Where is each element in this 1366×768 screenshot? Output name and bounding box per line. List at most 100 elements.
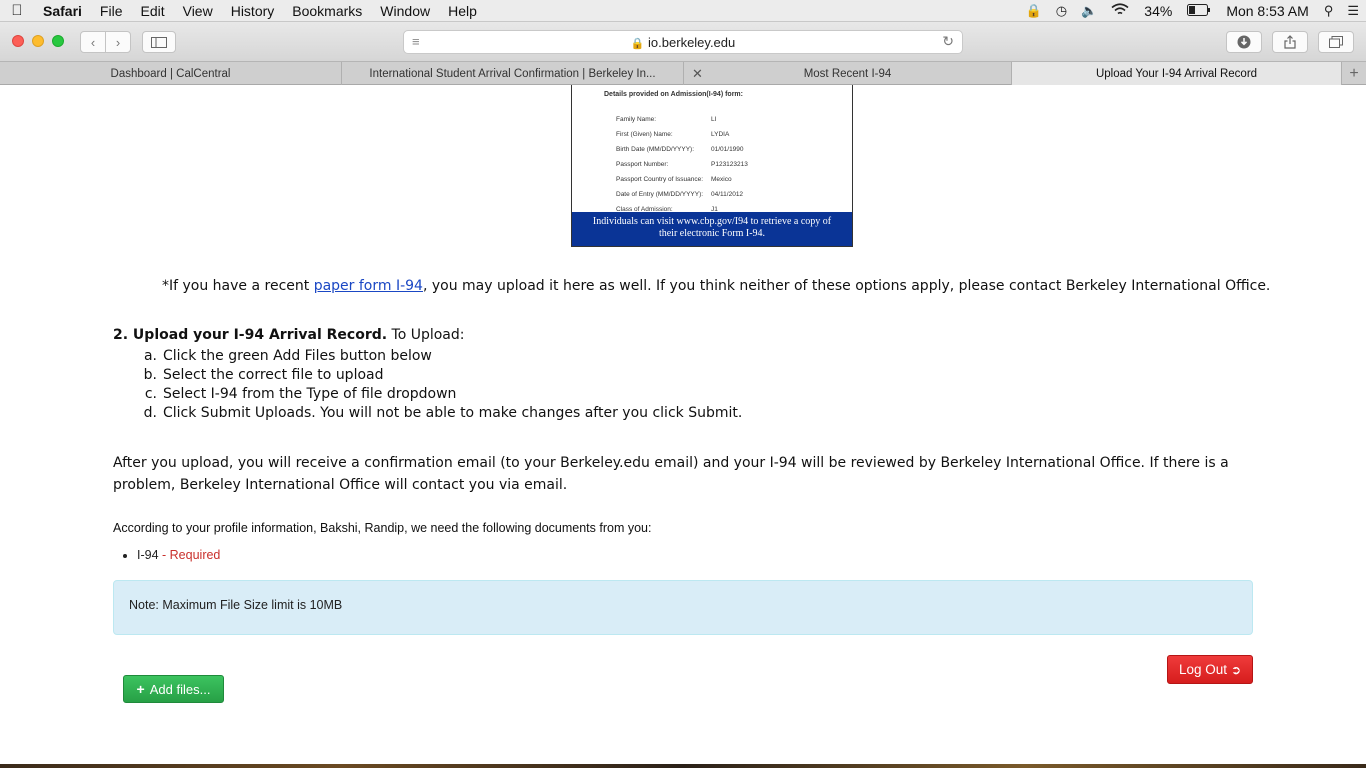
- apple-menu-icon[interactable]: : [0, 2, 34, 19]
- i94-field-value: 04/11/2012: [711, 191, 744, 198]
- minimize-window-button[interactable]: [32, 35, 44, 47]
- step-item: c. Select I-94 from the Type of file drop…: [135, 386, 457, 402]
- tab-label: Dashboard | CalCentral: [110, 67, 231, 80]
- file-size-note-text: Note: Maximum File Size limit is 10MB: [129, 598, 343, 612]
- i94-field-value: LYDIA: [711, 131, 730, 138]
- tab-upload-i94[interactable]: Upload Your I-94 Arrival Record: [1012, 62, 1342, 85]
- add-files-label: Add files...: [149, 681, 211, 697]
- lock-icon[interactable]: 🔒: [1019, 3, 1049, 19]
- menu-file[interactable]: File: [91, 3, 132, 19]
- zoom-window-button[interactable]: [52, 35, 64, 47]
- log-out-button[interactable]: Log Out ➲: [1167, 655, 1253, 684]
- tab-arrival-confirmation[interactable]: International Student Arrival Confirmati…: [342, 62, 684, 85]
- chevron-left-icon: ‹: [90, 34, 96, 50]
- share-icon: [1284, 35, 1296, 49]
- required-document-item: I-94 - Required: [123, 548, 220, 562]
- close-window-button[interactable]: [12, 35, 24, 47]
- wifi-icon[interactable]: [1104, 3, 1136, 19]
- reload-icon[interactable]: ↻: [942, 33, 954, 50]
- banner-line: Individuals can visit www.cbp.gov/I94 to…: [592, 216, 832, 227]
- i94-image-title: Details provided on Admission(I-94) form…: [604, 91, 743, 98]
- tab-dashboard[interactable]: Dashboard | CalCentral: [0, 62, 342, 85]
- step-text: Select I-94 from the Type of file dropdo…: [163, 386, 457, 402]
- notification-center-icon[interactable]: ☰: [1340, 3, 1366, 19]
- page-content: Details provided on Admission(I-94) form…: [0, 85, 1366, 765]
- paper-form-i94-link[interactable]: paper form I-94: [314, 278, 423, 294]
- add-files-button[interactable]: + Add files...: [123, 675, 224, 703]
- address-bar[interactable]: ≡ 🔒 io.berkeley.edu ↻: [403, 30, 963, 54]
- step-item: d. Click Submit Uploads. You will not be …: [135, 405, 743, 421]
- i94-field-label: Passport Country of Issuance:: [616, 176, 704, 183]
- i94-field-label: First (Given) Name:: [616, 131, 673, 138]
- i94-field-label: Family Name:: [616, 116, 657, 123]
- step-heading-bold: 2. Upload your I-94 Arrival Record.: [113, 327, 388, 343]
- new-tab-button[interactable]: +: [1342, 62, 1366, 85]
- menu-window[interactable]: Window: [371, 3, 439, 19]
- step-letter: c.: [144, 386, 157, 402]
- tab-bar: Dashboard | CalCentral International Stu…: [0, 62, 1366, 85]
- i94-sample-image: Details provided on Admission(I-94) form…: [571, 85, 853, 247]
- step-text: Click the green Add Files button below: [163, 348, 432, 364]
- file-size-note: Note: Maximum File Size limit is 10MB: [113, 580, 1253, 635]
- step-item: b. Select the correct file to upload: [135, 367, 384, 383]
- banner-line: their electronic Form I-94.: [658, 228, 766, 239]
- tab-label: Most Recent I-94: [803, 67, 892, 80]
- tab-label: Upload Your I-94 Arrival Record: [1095, 67, 1258, 80]
- desktop-background: [0, 764, 1366, 768]
- battery-icon[interactable]: [1180, 3, 1218, 19]
- step-letter: d.: [143, 405, 157, 421]
- document-name: I-94: [137, 548, 159, 562]
- plus-icon: +: [136, 681, 145, 697]
- back-button[interactable]: ‹: [80, 31, 106, 53]
- menu-edit[interactable]: Edit: [131, 3, 173, 19]
- download-icon: [1237, 35, 1251, 49]
- i94-field-value: 01/01/1990: [711, 146, 744, 153]
- menu-help[interactable]: Help: [439, 3, 486, 19]
- document-separator: -: [158, 548, 170, 562]
- step-letter: b.: [143, 367, 157, 383]
- i94-field-value: Mexico: [711, 176, 732, 183]
- sidebar-icon: [151, 36, 167, 48]
- step-text: Click Submit Uploads. You will not be ab…: [163, 405, 743, 421]
- menu-app-safari[interactable]: Safari: [34, 3, 91, 19]
- i94-field-label: Date of Entry (MM/DD/YYYY):: [616, 191, 704, 198]
- url-text[interactable]: 🔒 io.berkeley.edu: [404, 35, 962, 50]
- menu-view[interactable]: View: [174, 3, 222, 19]
- sidebar-toggle-button[interactable]: [142, 31, 176, 53]
- step-text: Select the correct file to upload: [163, 367, 384, 383]
- menu-bookmarks[interactable]: Bookmarks: [283, 3, 371, 19]
- menu-bar:  Safari File Edit View History Bookmark…: [0, 0, 1366, 22]
- close-tab-icon[interactable]: ✕: [692, 66, 703, 82]
- i94-field-value: LI: [711, 116, 717, 123]
- battery-percent: 34%: [1144, 3, 1173, 19]
- step-item: a. Click the green Add Files button below: [135, 348, 432, 364]
- menu-history[interactable]: History: [222, 3, 284, 19]
- downloads-button[interactable]: [1226, 31, 1262, 53]
- share-button[interactable]: [1272, 31, 1308, 53]
- clock[interactable]: Mon 8:53 AM: [1218, 3, 1317, 19]
- padlock-icon: 🔒: [630, 38, 645, 50]
- spotlight-search-icon[interactable]: ⚲: [1317, 3, 1341, 19]
- step-heading-rest: To Upload:: [387, 327, 465, 343]
- time-machine-icon[interactable]: ◷: [1049, 3, 1074, 19]
- browser-toolbar: ‹ › ≡ 🔒 io.berkeley.edu ↻: [0, 22, 1366, 62]
- forward-button[interactable]: ›: [105, 31, 131, 53]
- status-area: 🔒 ◷ 🔈 34% Mon 8:53 AM ⚲ ☰: [1019, 0, 1366, 22]
- profile-requirements-text: According to your profile information, B…: [113, 521, 652, 535]
- paper-form-note-suffix: , you may upload it here as well. If you…: [422, 278, 1271, 294]
- tab-overview-button[interactable]: [1318, 31, 1354, 53]
- i94-field-value: P123123213: [711, 161, 748, 168]
- paper-form-note-prefix: *If you have a recent: [162, 278, 314, 294]
- upload-step-heading: 2. Upload your I-94 Arrival Record. To U…: [113, 327, 465, 343]
- sign-out-icon: ➲: [1230, 662, 1242, 677]
- bullet-icon: [123, 553, 127, 558]
- paper-form-note: *If you have a recent paper form I-94, y…: [162, 278, 1270, 294]
- tab-label: International Student Arrival Confirmati…: [369, 67, 656, 80]
- step-letter: a.: [143, 348, 157, 364]
- chevron-right-icon: ›: [115, 34, 121, 50]
- required-status: Required: [169, 548, 221, 562]
- after-upload-text: After you upload, you will receive a con…: [113, 455, 1229, 493]
- tab-most-recent-i94[interactable]: ✕ Most Recent I-94: [684, 62, 1012, 85]
- log-out-label: Log Out: [1178, 662, 1227, 677]
- volume-icon[interactable]: 🔈: [1074, 3, 1104, 19]
